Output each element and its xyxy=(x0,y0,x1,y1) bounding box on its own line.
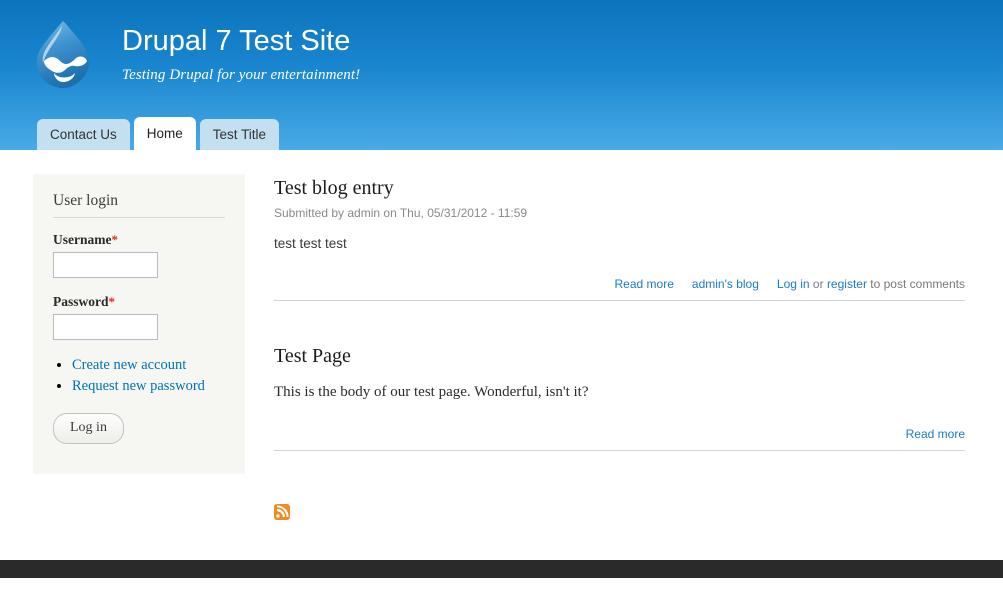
list-item: Request new password xyxy=(72,377,225,395)
tab-test-title[interactable]: Test Title xyxy=(199,119,280,150)
list-item: Create new account xyxy=(72,356,225,374)
or-separator: or xyxy=(809,277,827,291)
site-header: Drupal 7 Test Site Testing Drupal for yo… xyxy=(0,0,1003,150)
node-test-page: Test Page This is the body of our test p… xyxy=(274,344,965,451)
request-new-password-link[interactable]: Request new password xyxy=(72,378,205,394)
node-links: Read more admin's blog Log in or registe… xyxy=(274,277,965,291)
main-content: Test blog entry Submitted by admin on Th… xyxy=(274,174,965,520)
log-in-button[interactable]: Log in xyxy=(53,413,124,444)
header-inner: Drupal 7 Test Site Testing Drupal for yo… xyxy=(0,0,1003,92)
content-columns: User login Username* Password* Create ne… xyxy=(0,150,1003,520)
node-body: This is the body of our test page. Wonde… xyxy=(274,384,589,400)
site-identity: Drupal 7 Test Site Testing Drupal for yo… xyxy=(122,25,361,84)
drupal-droplet-logo[interactable] xyxy=(28,18,98,92)
required-marker: * xyxy=(111,232,118,247)
read-more-link[interactable]: Read more xyxy=(906,427,965,441)
node-divider xyxy=(274,300,965,301)
main-navigation: Contact Us Home Test Title xyxy=(37,117,283,150)
comment-forbidden-links: Log in or register to post comments xyxy=(777,277,965,291)
username-label: Username* xyxy=(53,232,225,248)
site-footer-bar xyxy=(0,560,1003,578)
node-body: test test test xyxy=(274,236,347,251)
required-marker: * xyxy=(108,294,116,309)
create-new-account-link[interactable]: Create new account xyxy=(72,357,186,373)
read-more-link[interactable]: Read more xyxy=(615,277,674,291)
admins-blog-link[interactable]: admin's blog xyxy=(692,277,759,291)
register-link[interactable]: register xyxy=(827,277,867,291)
site-name[interactable]: Drupal 7 Test Site xyxy=(122,25,360,58)
sidebar-user-login-block: User login Username* Password* Create ne… xyxy=(33,174,245,474)
post-comments-suffix: to post comments xyxy=(866,277,965,291)
node-links: Read more xyxy=(274,427,965,441)
site-slogan: Testing Drupal for your entertainment! xyxy=(122,66,361,83)
log-in-link[interactable]: Log in xyxy=(777,277,810,291)
tab-home[interactable]: Home xyxy=(133,117,196,150)
page-body: User login Username* Password* Create ne… xyxy=(0,150,1003,578)
password-label: Password* xyxy=(53,294,225,310)
node-title[interactable]: Test blog entry xyxy=(274,176,965,200)
password-input[interactable] xyxy=(53,314,158,340)
user-login-links: Create new account Request new password xyxy=(53,356,225,395)
node-title[interactable]: Test Page xyxy=(274,344,965,368)
node-divider xyxy=(274,450,965,451)
node-test-blog-entry: Test blog entry Submitted by admin on Th… xyxy=(274,176,965,301)
username-input[interactable] xyxy=(53,252,158,278)
tab-contact-us[interactable]: Contact Us xyxy=(37,119,130,150)
password-label-text: Password xyxy=(53,294,109,309)
rss-feed-icon[interactable] xyxy=(274,504,290,520)
node-submitted-info: Submitted by admin on Thu, 05/31/2012 - … xyxy=(274,206,528,220)
block-title-user-login: User login xyxy=(53,192,225,218)
username-label-text: Username xyxy=(53,232,112,247)
